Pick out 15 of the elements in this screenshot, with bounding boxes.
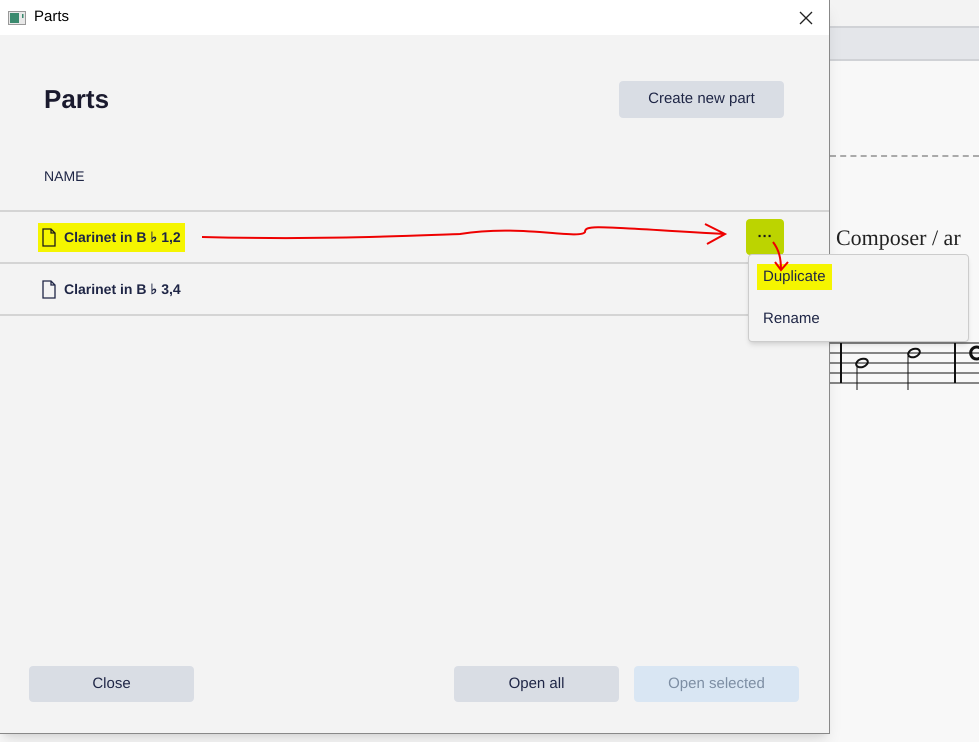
create-part-button[interactable]: Create new part xyxy=(619,81,784,118)
dialog-button[interactable]: Close xyxy=(29,666,194,702)
window-title: Parts xyxy=(34,7,70,28)
dialog-heading: Parts xyxy=(44,83,110,116)
more-button[interactable]: ··· xyxy=(746,219,784,255)
document-icon xyxy=(42,280,56,298)
document-icon xyxy=(42,228,56,246)
part-name: Clarinet in B ♭ 1,2 xyxy=(64,228,181,246)
part-name: Clarinet in B ♭ 3,4 xyxy=(64,280,181,298)
menu-item[interactable]: Duplicate xyxy=(757,264,832,290)
dialog-button[interactable]: Open all xyxy=(454,666,619,702)
app-icon xyxy=(8,10,26,24)
column-header: NAME xyxy=(44,168,84,184)
annotation-arrow xyxy=(771,240,791,272)
composer-text: Composer / ar xyxy=(836,227,962,249)
